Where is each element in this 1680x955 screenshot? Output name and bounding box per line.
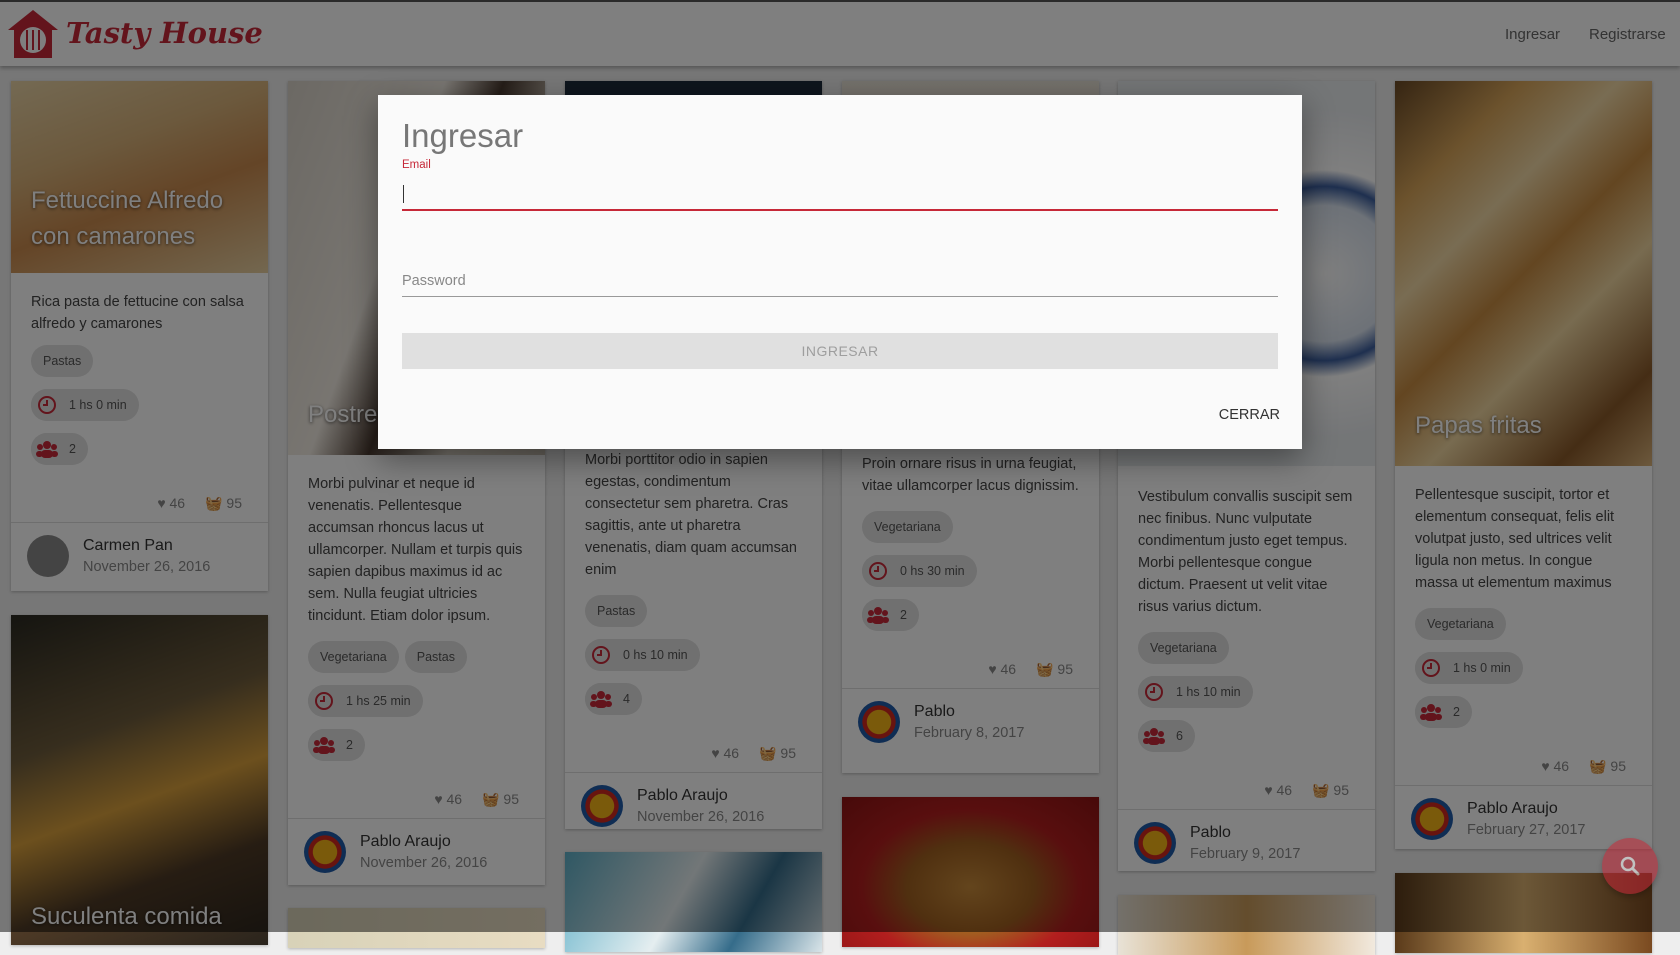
search-icon: [1620, 856, 1640, 876]
email-field[interactable]: [402, 179, 1278, 211]
login-submit-button[interactable]: INGRESAR: [402, 333, 1278, 369]
dialog-title: Ingresar: [402, 117, 524, 154]
password-field[interactable]: [402, 265, 1278, 297]
close-button[interactable]: CERRAR: [1219, 407, 1280, 423]
login-dialog: Ingresar Email INGRESAR CERRAR: [378, 95, 1302, 449]
text-caret: [403, 185, 404, 203]
search-fab[interactable]: [1602, 838, 1658, 894]
email-label: Email: [402, 159, 431, 171]
